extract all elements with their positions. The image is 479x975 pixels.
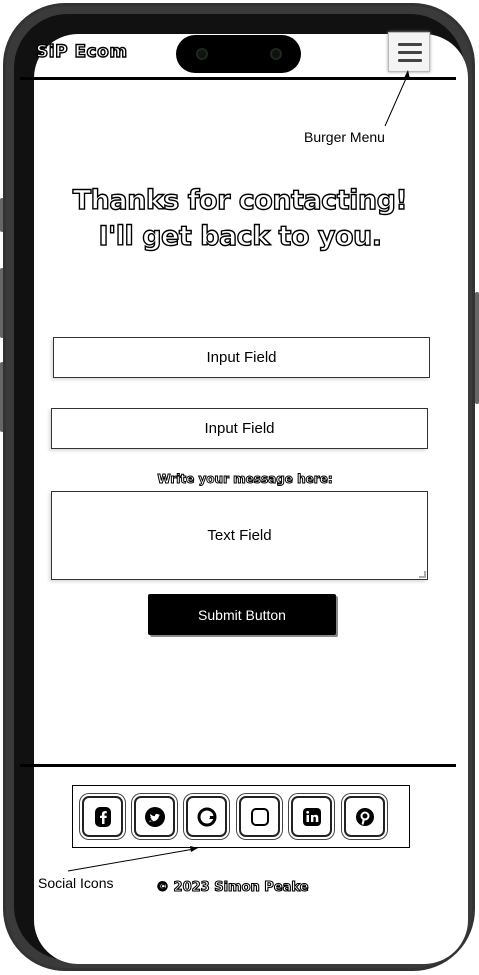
power-button	[475, 292, 479, 404]
email-input[interactable]: Input Field	[51, 408, 428, 449]
footer-divider	[20, 764, 456, 767]
burger-menu-annotation: Burger Menu	[304, 129, 385, 145]
heading-line: I'll get back to you.	[98, 220, 383, 252]
hamburger-menu-icon	[398, 43, 422, 46]
header-divider	[20, 77, 456, 80]
social-icons-annotation: Social Icons	[38, 875, 114, 891]
copyright-text: © 2023 Simon Peake	[155, 879, 309, 895]
burger-menu-button[interactable]	[388, 32, 430, 72]
page-heading: Thanks for contacting! I'll get back to …	[60, 183, 420, 255]
hamburger-line	[398, 59, 422, 62]
dynamic-island	[176, 35, 301, 73]
pinterest-icon[interactable]	[344, 796, 385, 837]
facebook-icon[interactable]	[82, 796, 123, 837]
textarea-placeholder: Text Field	[207, 527, 272, 544]
google-icon[interactable]	[186, 796, 227, 837]
message-textarea[interactable]: Text Field	[51, 491, 428, 580]
camera-icon	[196, 48, 208, 60]
hamburger-line	[398, 51, 422, 54]
twitter-icon[interactable]	[134, 796, 175, 837]
submit-button[interactable]: Submit Button	[148, 594, 336, 635]
instagram-icon[interactable]	[239, 796, 280, 837]
name-input[interactable]: Input Field	[53, 337, 430, 378]
sensor-icon	[270, 48, 282, 60]
message-label: Write your message here:	[157, 472, 333, 487]
site-logo[interactable]: SiP Ecom	[35, 41, 127, 62]
resize-handle-icon[interactable]	[419, 571, 426, 578]
linkedin-icon[interactable]	[291, 796, 332, 837]
heading-line: Thanks for contacting!	[72, 184, 408, 216]
